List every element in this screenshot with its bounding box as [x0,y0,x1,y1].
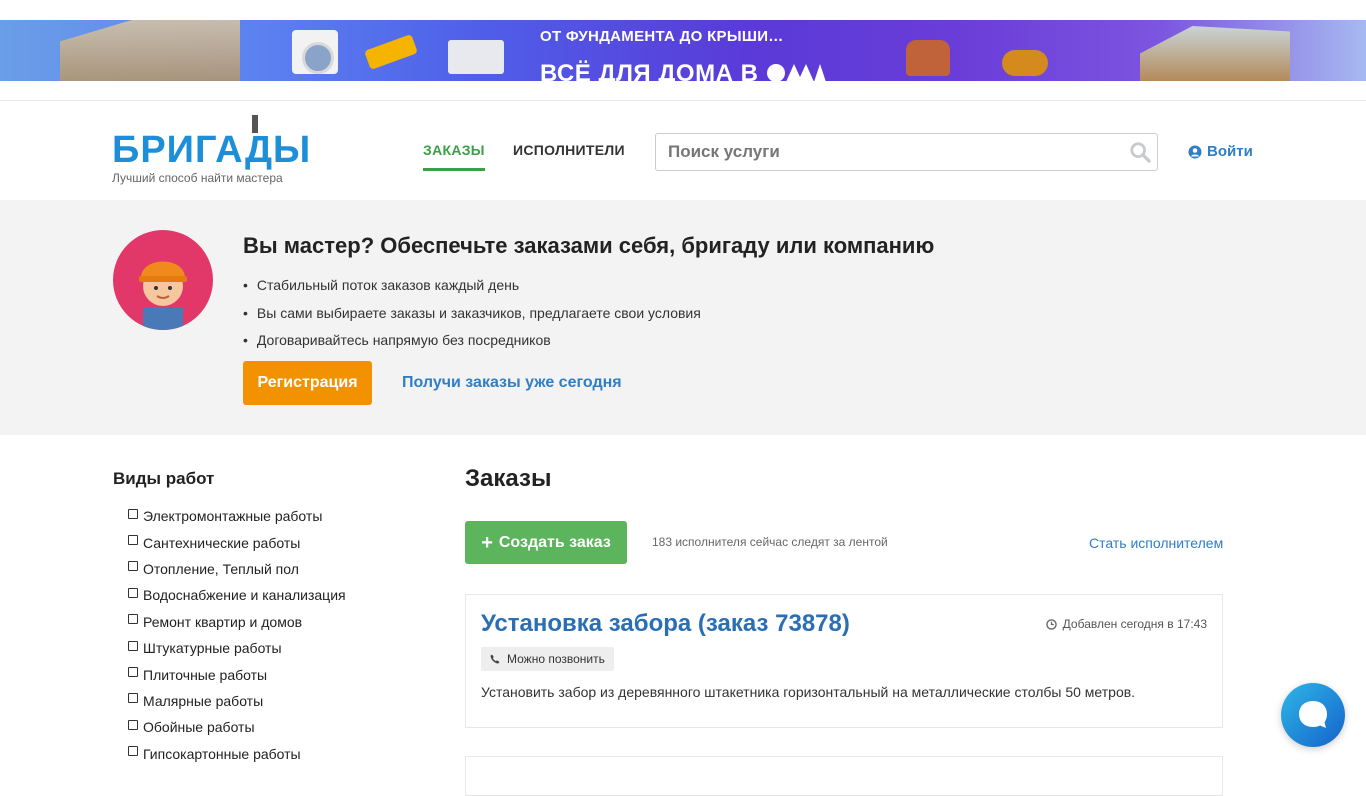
category-item[interactable]: Отопление, Теплый пол [128,556,346,582]
orders-title: Заказы [465,465,552,492]
category-item[interactable]: Обойные работы [128,714,346,740]
checkbox[interactable] [128,640,138,651]
promo-bullets: Стабильный поток заказов каждый день Вы … [243,275,701,358]
category-item[interactable]: Ремонт квартир и домов [128,609,346,635]
checkbox[interactable] [128,508,138,519]
promo-bullet: Договаривайтесь напрямую без посредников [243,330,701,358]
checkbox[interactable] [128,719,138,730]
order-card-next [465,756,1223,796]
brand-logo-icon [766,64,826,81]
create-order-button[interactable]: + Создать заказ [465,521,627,564]
washing-machine-image [292,30,338,74]
search-icon[interactable] [1129,141,1151,163]
banner-title: ВСЁ ДЛЯ ДОМА В [540,62,826,81]
category-item[interactable]: Штукатурные работы [128,635,346,661]
category-item[interactable]: Малярные работы [128,688,346,714]
plus-icon: + [481,531,493,554]
builder-avatar [113,230,213,330]
logo-tagline: Лучший способ найти мастера [112,171,283,185]
search-input[interactable] [656,134,1096,170]
order-card: Установка забора (заказ 73878) Добавлен … [465,594,1223,728]
work-types-list: Электромонтажные работы Сантехнические р… [128,503,346,767]
category-label: Штукатурные работы [143,640,282,657]
category-label: Гипсокартонные работы [143,745,301,762]
order-title-link[interactable]: Установка забора (заказ 73878) [481,610,850,638]
ad-banner[interactable]: ОТ ФУНДАМЕНТА ДО КРЫШИ… ВСЁ ДЛЯ ДОМА В [0,20,1366,81]
banner-subtitle: ОТ ФУНДАМЕНТА ДО КРЫШИ… [540,28,784,45]
trowel-icon [252,115,258,133]
site-logo[interactable]: БРИГАДЫ Лучший способ найти мастера [112,115,312,185]
user-icon [1188,145,1202,158]
checkbox[interactable] [128,614,138,625]
get-orders-link[interactable]: Получи заказы уже сегодня [402,374,622,392]
checkbox[interactable] [128,535,138,546]
category-label: Плиточные работы [143,666,268,683]
work-types-title: Виды работ [113,469,215,488]
become-executor-link[interactable]: Стать исполнителем [1089,535,1223,551]
can-call-badge: Можно позвонить [481,647,614,671]
vacuum-image [1002,50,1048,76]
order-description: Установить забор из деревянного штакетни… [481,684,1136,700]
nav-orders-tab[interactable]: ЗАКАЗЫ [423,142,485,171]
create-order-label: Создать заказ [498,533,611,551]
promo-title: Вы мастер? Обеспечьте заказами себя, бри… [243,233,935,258]
category-label: Отопление, Теплый пол [143,560,299,577]
search-box [655,133,1158,171]
category-item[interactable]: Плиточные работы [128,661,346,687]
checkbox[interactable] [128,667,138,678]
builder-illustration [139,261,187,330]
login-link[interactable]: Войти [1188,143,1253,160]
checkbox[interactable] [128,587,138,598]
chat-widget-button[interactable] [1281,683,1345,747]
order-added-time: Добавлен сегодня в 17:43 [1045,617,1207,631]
chat-icon [1299,701,1327,728]
register-button[interactable]: Регистрация [243,361,372,405]
site-header: БРИГАДЫ Лучший способ найти мастера ЗАКА… [0,101,1366,200]
phone-icon [490,654,500,664]
login-label: Войти [1207,143,1253,160]
category-label: Водоснабжение и канализация [143,587,346,604]
chair-image [906,40,950,76]
logo-text: БРИГАДЫ [112,129,312,171]
banner-title-text: ВСЁ ДЛЯ ДОМА В [540,60,759,82]
house-image [60,20,240,81]
can-call-label: Можно позвонить [507,652,605,666]
category-item[interactable]: Гипсокартонные работы [128,741,346,767]
category-label: Электромонтажные работы [143,508,323,525]
clock-icon [1045,618,1057,630]
top-strip [0,0,1366,20]
drill-image [364,34,418,70]
checkbox[interactable] [128,746,138,757]
promo-bullet: Вы сами выбираете заказы и заказчиков, п… [243,303,701,331]
category-item[interactable]: Сантехнические работы [128,529,346,555]
promo-bullet: Стабильный поток заказов каждый день [243,275,701,303]
checkbox[interactable] [128,693,138,704]
checkbox[interactable] [128,561,138,572]
category-item[interactable]: Электромонтажные работы [128,503,346,529]
nav-executors-tab[interactable]: ИСПОЛНИТЕЛИ [513,142,625,158]
spacer [0,81,1366,101]
order-added-label: Добавлен сегодня в 17:43 [1062,617,1207,631]
house-image-right [1140,26,1290,81]
dish-rack-image [448,40,504,74]
category-label: Обойные работы [143,719,255,736]
category-label: Сантехнические работы [143,534,301,551]
followers-count: 183 исполнителя сейчас следят за лентой [652,535,888,549]
category-label: Малярные работы [143,692,264,709]
promo-section: Вы мастер? Обеспечьте заказами себя, бри… [0,200,1366,435]
category-label: Ремонт квартир и домов [143,613,303,630]
category-item[interactable]: Водоснабжение и канализация [128,582,346,608]
